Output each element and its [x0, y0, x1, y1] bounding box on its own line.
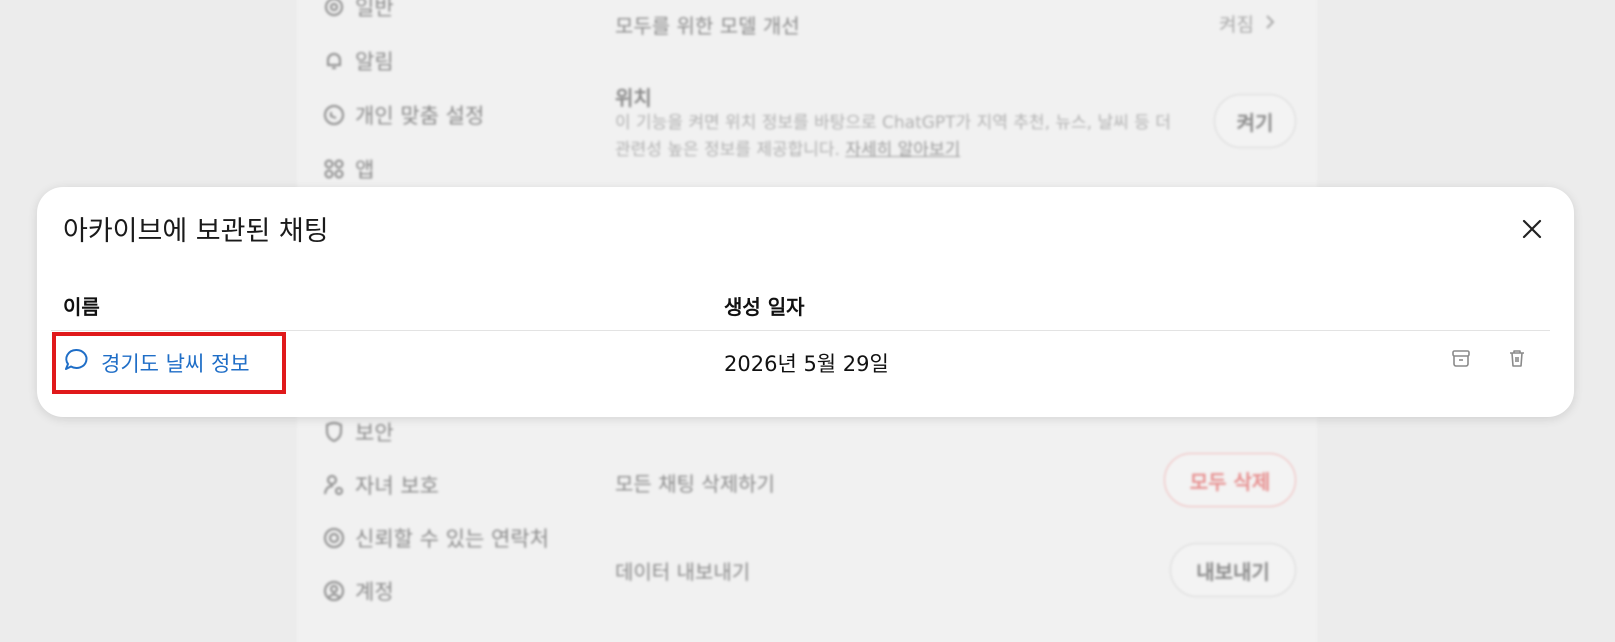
shield-icon	[323, 421, 345, 443]
gear-icon	[323, 0, 345, 18]
archived-chat-title: 경기도 날씨 정보	[101, 351, 250, 376]
unarchive-icon	[1450, 347, 1472, 373]
nav-item-label: 개인 맞춤 설정	[355, 104, 485, 128]
delete-all-chats-label: 모든 채팅 삭제하기	[615, 472, 775, 496]
nav-item-trusted-contacts[interactable]: 신뢰할 수 있는 연락처	[323, 523, 549, 553]
nav-item-parental-controls[interactable]: 자녀 보호	[323, 470, 439, 500]
row-actions	[1448, 347, 1530, 373]
close-icon	[1521, 218, 1543, 244]
nav-item-label: 계정	[355, 580, 394, 604]
delete-all-button[interactable]: 모두 삭제	[1164, 453, 1296, 507]
dialog-title: 아카이브에 보관된 채팅	[63, 216, 329, 247]
export-data-label: 데이터 내보내기	[615, 560, 751, 584]
bell-icon	[323, 50, 345, 72]
nav-item-label: 자녀 보호	[355, 474, 439, 498]
archived-chats-dialog: 아카이브에 보관된 채팅 이름 생성 일자 경기도 날씨 정보 2026년 5월…	[37, 187, 1574, 417]
lifebuoy-icon	[323, 527, 345, 549]
column-header-name: 이름	[63, 295, 100, 319]
chat-bubble-icon	[63, 347, 89, 378]
trash-icon	[1506, 347, 1528, 373]
archived-chat-link[interactable]: 경기도 날씨 정보	[63, 347, 250, 378]
model-improvement-toggle[interactable]: 켜짐	[1219, 10, 1276, 37]
nav-item-label: 보안	[355, 421, 394, 445]
personalization-icon	[323, 104, 345, 126]
nav-item-notifications[interactable]: 알림	[323, 46, 394, 76]
location-description: 이 기능을 켜면 위치 정보를 바탕으로 ChatGPT가 지역 추천, 뉴스,…	[615, 110, 1185, 164]
account-icon	[323, 580, 345, 602]
chevron-right-icon	[1264, 13, 1276, 35]
location-enable-button[interactable]: 켜기	[1214, 94, 1296, 148]
nav-item-label: 신뢰할 수 있는 연락처	[355, 527, 549, 551]
model-improvement-label: 모두를 위한 모델 개선	[615, 14, 800, 38]
learn-more-link[interactable]: 자세히 알아보기	[845, 140, 960, 160]
nav-item-account[interactable]: 계정	[323, 576, 394, 606]
export-button[interactable]: 내보내기	[1170, 543, 1296, 597]
nav-item-general[interactable]: 일반	[323, 0, 394, 22]
nav-item-personalization[interactable]: 개인 맞춤 설정	[323, 100, 484, 130]
nav-item-label: 앱	[355, 158, 375, 182]
apps-grid-icon	[323, 158, 345, 180]
model-improvement-value: 켜짐	[1219, 14, 1254, 36]
nav-item-label: 일반	[355, 0, 394, 20]
location-title: 위치	[615, 86, 652, 110]
screen: 일반 알림 개인 맞춤 설정 앱 보안 자녀 보호 신뢰할 수 있는 연락처 계…	[0, 0, 1615, 642]
nav-item-security[interactable]: 보안	[323, 417, 394, 447]
header-divider	[51, 330, 1550, 331]
nav-item-label: 알림	[355, 50, 394, 74]
delete-chat-button[interactable]	[1504, 347, 1530, 373]
archived-chat-date: 2026년 5월 29일	[724, 352, 889, 376]
unarchive-button[interactable]	[1448, 347, 1474, 373]
parental-control-icon	[323, 474, 345, 496]
nav-item-apps[interactable]: 앱	[323, 154, 374, 184]
column-header-created: 생성 일자	[724, 295, 805, 319]
close-button[interactable]	[1512, 211, 1552, 251]
